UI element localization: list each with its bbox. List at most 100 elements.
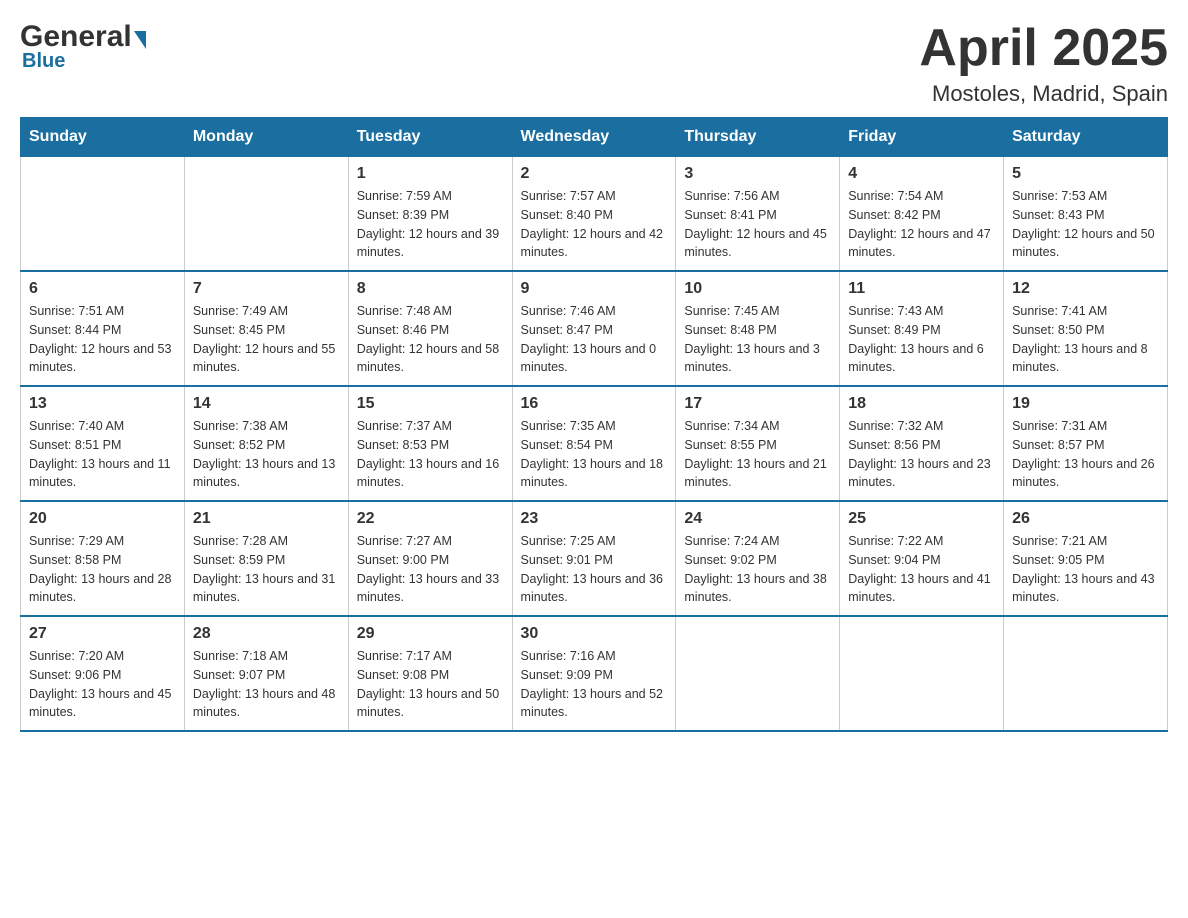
day-info: Sunrise: 7:48 AMSunset: 8:46 PMDaylight:… — [357, 302, 504, 377]
logo-general-text: General — [20, 20, 132, 54]
day-info: Sunrise: 7:49 AMSunset: 8:45 PMDaylight:… — [193, 302, 340, 377]
day-info: Sunrise: 7:27 AMSunset: 9:00 PMDaylight:… — [357, 532, 504, 607]
calendar-cell: 15 Sunrise: 7:37 AMSunset: 8:53 PMDayligh… — [348, 386, 512, 501]
day-number: 17 — [684, 395, 831, 413]
day-number: 1 — [357, 165, 504, 183]
day-number: 14 — [193, 395, 340, 413]
calendar-cell: 1 Sunrise: 7:59 AMSunset: 8:39 PMDaylight… — [348, 157, 512, 272]
day-number: 21 — [193, 510, 340, 528]
calendar-cell — [1004, 616, 1168, 731]
calendar-cell: 5Sunrise: 7:53 AMSunset: 8:43 PMDaylight… — [1004, 157, 1168, 272]
day-number: 18 — [848, 395, 995, 413]
calendar-title-block: April 2025 Mostoles, Madrid, Spain — [919, 20, 1168, 107]
day-number: 25 — [848, 510, 995, 528]
day-info: Sunrise: 7:45 AMSunset: 8:48 PMDaylight:… — [684, 302, 831, 377]
page-header: General Blue April 2025 Mostoles, Madrid… — [20, 20, 1168, 107]
calendar-cell: 9 Sunrise: 7:46 AMSunset: 8:47 PMDaylight… — [512, 271, 676, 386]
calendar-cell: 23 Sunrise: 7:25 AMSunset: 9:01 PMDayligh… — [512, 501, 676, 616]
calendar-cell — [840, 616, 1004, 731]
day-number: 22 — [357, 510, 504, 528]
calendar-cell: 7 Sunrise: 7:49 AMSunset: 8:45 PMDaylight… — [184, 271, 348, 386]
calendar-title: April 2025 — [919, 20, 1168, 77]
calendar-table: SundayMondayTuesdayWednesdayThursdayFrid… — [20, 117, 1168, 732]
day-number: 27 — [29, 625, 176, 643]
logo: General Blue — [20, 20, 146, 73]
day-info: Sunrise: 7:38 AMSunset: 8:52 PMDaylight:… — [193, 417, 340, 492]
day-info: Sunrise: 7:46 AMSunset: 8:47 PMDaylight:… — [521, 302, 668, 377]
day-number: 20 — [29, 510, 176, 528]
calendar-cell: 17 Sunrise: 7:34 AMSunset: 8:55 PMDayligh… — [676, 386, 840, 501]
day-info: Sunrise: 7:57 AMSunset: 8:40 PMDaylight:… — [521, 187, 668, 262]
day-number: 7 — [193, 280, 340, 298]
day-info: Sunrise: 7:16 AMSunset: 9:09 PMDaylight:… — [521, 647, 668, 722]
weekday-header-saturday: Saturday — [1004, 118, 1168, 157]
weekday-header-tuesday: Tuesday — [348, 118, 512, 157]
calendar-cell: 24Sunrise: 7:24 AMSunset: 9:02 PMDayligh… — [676, 501, 840, 616]
calendar-cell: 20 Sunrise: 7:29 AMSunset: 8:58 PMDayligh… — [21, 501, 185, 616]
calendar-cell: 11Sunrise: 7:43 AMSunset: 8:49 PMDayligh… — [840, 271, 1004, 386]
day-info: Sunrise: 7:20 AMSunset: 9:06 PMDaylight:… — [29, 647, 176, 722]
day-info: Sunrise: 7:40 AMSunset: 8:51 PMDaylight:… — [29, 417, 176, 492]
day-number: 6 — [29, 280, 176, 298]
calendar-week-row: 20 Sunrise: 7:29 AMSunset: 8:58 PMDayligh… — [21, 501, 1168, 616]
day-number: 15 — [357, 395, 504, 413]
day-info: Sunrise: 7:56 AMSunset: 8:41 PMDaylight:… — [684, 187, 831, 262]
calendar-week-row: 13 Sunrise: 7:40 AMSunset: 8:51 PMDayligh… — [21, 386, 1168, 501]
day-info: Sunrise: 7:17 AMSunset: 9:08 PMDaylight:… — [357, 647, 504, 722]
calendar-subtitle: Mostoles, Madrid, Spain — [919, 81, 1168, 107]
weekday-header-row: SundayMondayTuesdayWednesdayThursdayFrid… — [21, 118, 1168, 157]
calendar-cell: 16Sunrise: 7:35 AMSunset: 8:54 PMDayligh… — [512, 386, 676, 501]
calendar-cell: 10 Sunrise: 7:45 AMSunset: 8:48 PMDayligh… — [676, 271, 840, 386]
day-number: 5 — [1012, 165, 1159, 183]
weekday-header-thursday: Thursday — [676, 118, 840, 157]
calendar-cell: 27 Sunrise: 7:20 AMSunset: 9:06 PMDayligh… — [21, 616, 185, 731]
calendar-cell: 22 Sunrise: 7:27 AMSunset: 9:00 PMDayligh… — [348, 501, 512, 616]
calendar-cell: 25 Sunrise: 7:22 AMSunset: 9:04 PMDayligh… — [840, 501, 1004, 616]
day-number: 23 — [521, 510, 668, 528]
day-info: Sunrise: 7:28 AMSunset: 8:59 PMDaylight:… — [193, 532, 340, 607]
calendar-cell: 2 Sunrise: 7:57 AMSunset: 8:40 PMDaylight… — [512, 157, 676, 272]
day-info: Sunrise: 7:22 AMSunset: 9:04 PMDaylight:… — [848, 532, 995, 607]
calendar-cell: 6 Sunrise: 7:51 AMSunset: 8:44 PMDaylight… — [21, 271, 185, 386]
calendar-cell: 21 Sunrise: 7:28 AMSunset: 8:59 PMDayligh… — [184, 501, 348, 616]
day-number: 26 — [1012, 510, 1159, 528]
weekday-header-monday: Monday — [184, 118, 348, 157]
calendar-cell: 3 Sunrise: 7:56 AMSunset: 8:41 PMDaylight… — [676, 157, 840, 272]
calendar-cell: 14 Sunrise: 7:38 AMSunset: 8:52 PMDayligh… — [184, 386, 348, 501]
calendar-cell: 30Sunrise: 7:16 AMSunset: 9:09 PMDayligh… — [512, 616, 676, 731]
calendar-cell: 4Sunrise: 7:54 AMSunset: 8:42 PMDaylight… — [840, 157, 1004, 272]
day-number: 9 — [521, 280, 668, 298]
day-info: Sunrise: 7:21 AMSunset: 9:05 PMDaylight:… — [1012, 532, 1159, 607]
day-number: 3 — [684, 165, 831, 183]
day-number: 13 — [29, 395, 176, 413]
day-number: 29 — [357, 625, 504, 643]
day-info: Sunrise: 7:59 AMSunset: 8:39 PMDaylight:… — [357, 187, 504, 262]
day-info: Sunrise: 7:43 AMSunset: 8:49 PMDaylight:… — [848, 302, 995, 377]
calendar-cell — [184, 157, 348, 272]
weekday-header-friday: Friday — [840, 118, 1004, 157]
logo-arrow-icon — [134, 31, 146, 49]
calendar-cell — [676, 616, 840, 731]
calendar-cell — [21, 157, 185, 272]
day-info: Sunrise: 7:34 AMSunset: 8:55 PMDaylight:… — [684, 417, 831, 492]
calendar-cell: 8Sunrise: 7:48 AMSunset: 8:46 PMDaylight… — [348, 271, 512, 386]
day-info: Sunrise: 7:18 AMSunset: 9:07 PMDaylight:… — [193, 647, 340, 722]
day-number: 2 — [521, 165, 668, 183]
day-info: Sunrise: 7:25 AMSunset: 9:01 PMDaylight:… — [521, 532, 668, 607]
calendar-cell: 13 Sunrise: 7:40 AMSunset: 8:51 PMDayligh… — [21, 386, 185, 501]
calendar-cell: 26 Sunrise: 7:21 AMSunset: 9:05 PMDayligh… — [1004, 501, 1168, 616]
day-number: 4 — [848, 165, 995, 183]
day-info: Sunrise: 7:37 AMSunset: 8:53 PMDaylight:… — [357, 417, 504, 492]
day-number: 10 — [684, 280, 831, 298]
calendar-week-row: 27 Sunrise: 7:20 AMSunset: 9:06 PMDayligh… — [21, 616, 1168, 731]
calendar-week-row: 6 Sunrise: 7:51 AMSunset: 8:44 PMDaylight… — [21, 271, 1168, 386]
weekday-header-wednesday: Wednesday — [512, 118, 676, 157]
day-number: 16 — [521, 395, 668, 413]
day-info: Sunrise: 7:51 AMSunset: 8:44 PMDaylight:… — [29, 302, 176, 377]
day-info: Sunrise: 7:24 AMSunset: 9:02 PMDaylight:… — [684, 532, 831, 607]
day-info: Sunrise: 7:41 AMSunset: 8:50 PMDaylight:… — [1012, 302, 1159, 377]
day-info: Sunrise: 7:29 AMSunset: 8:58 PMDaylight:… — [29, 532, 176, 607]
day-info: Sunrise: 7:32 AMSunset: 8:56 PMDaylight:… — [848, 417, 995, 492]
calendar-cell: 19Sunrise: 7:31 AMSunset: 8:57 PMDayligh… — [1004, 386, 1168, 501]
calendar-cell: 29 Sunrise: 7:17 AMSunset: 9:08 PMDayligh… — [348, 616, 512, 731]
